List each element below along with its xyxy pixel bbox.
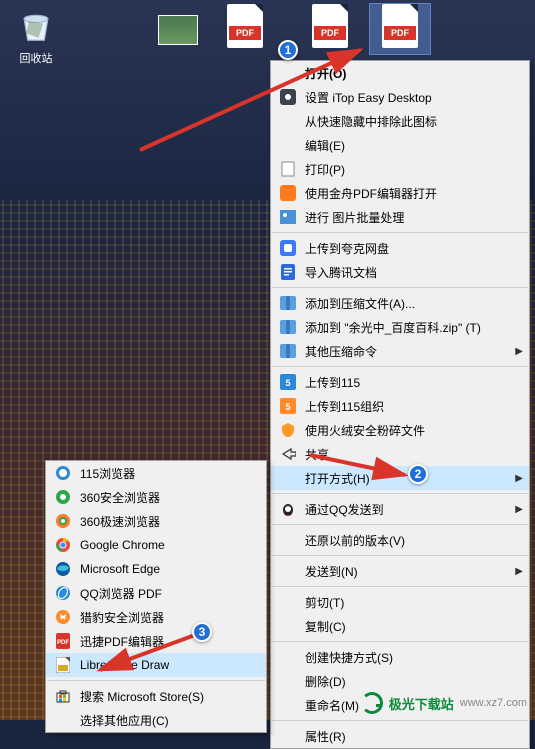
menu-separator (272, 555, 528, 556)
recycle-bin[interactable]: 回收站 (6, 6, 66, 66)
menu-separator (272, 641, 528, 642)
openwith-choose-other[interactable]: 选择其他应用(C) (46, 708, 266, 732)
menu-tencent-docs[interactable]: 导入腾讯文档 (271, 260, 529, 284)
115-icon: 5 (277, 373, 299, 391)
pdf-icon: PDF (382, 4, 418, 48)
menu-upload-115[interactable]: 5上传到115 (271, 370, 529, 394)
archive-icon (277, 294, 299, 312)
openwith-liebao[interactable]: 猎豹安全浏览器 (46, 605, 266, 629)
image-icon (277, 208, 299, 226)
xunjie-icon: PDF (52, 632, 74, 650)
openwith-chrome[interactable]: Google Chrome (46, 533, 266, 557)
context-menu-main: 打开(O) 设置 iTop Easy Desktop 从快速隐藏中排除此图标 编… (270, 60, 530, 749)
menu-itop[interactable]: 设置 iTop Easy Desktop (271, 85, 529, 109)
menu-delete[interactable]: 删除(D) (271, 669, 529, 693)
svg-text:5: 5 (285, 402, 290, 412)
openwith-libreoffice-draw[interactable]: LibreOffice Draw (46, 653, 266, 677)
chevron-right-icon: ▶ (515, 504, 523, 515)
pdf-file-3-selected[interactable]: PDF (370, 4, 430, 54)
menu-huorong-shred[interactable]: 使用火绒安全粉碎文件 (271, 418, 529, 442)
menu-share[interactable]: 共享 (271, 442, 529, 466)
menu-add-archive-named[interactable]: 添加到 "余光中_百度百科.zip" (T) (271, 315, 529, 339)
menu-restore-prev[interactable]: 还原以前的版本(V) (271, 528, 529, 552)
menu-upload-115-org[interactable]: 5上传到115组织 (271, 394, 529, 418)
menu-exclude-hide[interactable]: 从快速隐藏中排除此图标 (271, 109, 529, 133)
liebao-icon (52, 608, 74, 626)
image-thumb-icon (158, 15, 198, 45)
openwith-edge[interactable]: Microsoft Edge (46, 557, 266, 581)
115-browser-icon (52, 464, 74, 482)
jinzhou-icon (277, 184, 299, 202)
openwith-ms-store[interactable]: 搜索 Microsoft Store(S) (46, 684, 266, 708)
menu-create-shortcut[interactable]: 创建快捷方式(S) (271, 645, 529, 669)
huorong-icon (277, 421, 299, 439)
menu-copy[interactable]: 复制(C) (271, 614, 529, 638)
archive-icon (277, 318, 299, 336)
svg-text:PDF: PDF (57, 640, 69, 646)
menu-send-to[interactable]: 发送到(N)▶ (271, 559, 529, 583)
pdf-file-2[interactable]: PDF (300, 6, 360, 50)
openwith-xunjie-pdf[interactable]: PDF迅捷PDF编辑器 (46, 629, 266, 653)
watermark: 极光下载站 www.xz7.com (361, 692, 527, 714)
pdf-icon: PDF (227, 4, 263, 48)
menu-jinzhou-pdf[interactable]: 使用金舟PDF编辑器打开 (271, 181, 529, 205)
desktop-image-thumb[interactable] (148, 10, 208, 54)
menu-separator (47, 680, 265, 681)
pdf-file-1[interactable]: PDF (215, 6, 275, 50)
itop-icon (277, 88, 299, 106)
openwith-360speed[interactable]: 360极速浏览器 (46, 509, 266, 533)
menu-separator (272, 493, 528, 494)
svg-text:5: 5 (285, 378, 290, 388)
menu-kuake[interactable]: 上传到夸克网盘 (271, 236, 529, 260)
menu-open-with[interactable]: 打开方式(H)▶ (271, 466, 529, 490)
menu-cut[interactable]: 剪切(T) (271, 590, 529, 614)
chevron-right-icon: ▶ (515, 346, 523, 357)
menu-qq-send[interactable]: 通过QQ发送到▶ (271, 497, 529, 521)
tencent-docs-icon (277, 263, 299, 281)
callout-2: 2 (408, 464, 428, 484)
menu-properties[interactable]: 属性(R) (271, 724, 529, 748)
watermark-text: 极光下载站 (389, 694, 454, 713)
menu-separator (272, 524, 528, 525)
callout-1: 1 (278, 40, 298, 60)
qq-icon (277, 500, 299, 518)
chrome-icon (52, 536, 74, 554)
ms-store-icon (52, 687, 74, 705)
115-org-icon: 5 (277, 397, 299, 415)
edge-icon (52, 560, 74, 578)
kuake-icon (277, 239, 299, 257)
openwith-360safe[interactable]: 360安全浏览器 (46, 485, 266, 509)
share-icon (277, 445, 299, 463)
recycle-bin-icon (16, 6, 56, 46)
menu-separator (272, 720, 528, 721)
chevron-right-icon: ▶ (515, 566, 523, 577)
context-menu-open-with: 115浏览器 360安全浏览器 360极速浏览器 Google Chrome M… (45, 460, 267, 733)
openwith-115[interactable]: 115浏览器 (46, 461, 266, 485)
menu-other-compress[interactable]: 其他压缩命令▶ (271, 339, 529, 363)
archive-icon (277, 342, 299, 360)
menu-separator (272, 366, 528, 367)
callout-3: 3 (192, 622, 212, 642)
libreoffice-draw-icon (52, 656, 74, 674)
menu-add-archive[interactable]: 添加到压缩文件(A)... (271, 291, 529, 315)
menu-print[interactable]: 打印(P) (271, 157, 529, 181)
chevron-right-icon: ▶ (515, 473, 523, 484)
watermark-domain: www.xz7.com (460, 697, 527, 709)
openwith-qqpdf[interactable]: QQ浏览器 PDF (46, 581, 266, 605)
360speed-icon (52, 512, 74, 530)
360safe-icon (52, 488, 74, 506)
menu-separator (272, 287, 528, 288)
pdf-icon: PDF (312, 4, 348, 48)
qqbrowser-icon (52, 584, 74, 602)
menu-batch-image[interactable]: 进行 图片批量处理 (271, 205, 529, 229)
menu-open[interactable]: 打开(O) (271, 61, 529, 85)
menu-edit[interactable]: 编辑(E) (271, 133, 529, 157)
recycle-bin-label: 回收站 (20, 53, 53, 65)
menu-separator (272, 232, 528, 233)
page-icon (277, 160, 299, 178)
watermark-logo-icon (361, 692, 383, 714)
menu-separator (272, 586, 528, 587)
